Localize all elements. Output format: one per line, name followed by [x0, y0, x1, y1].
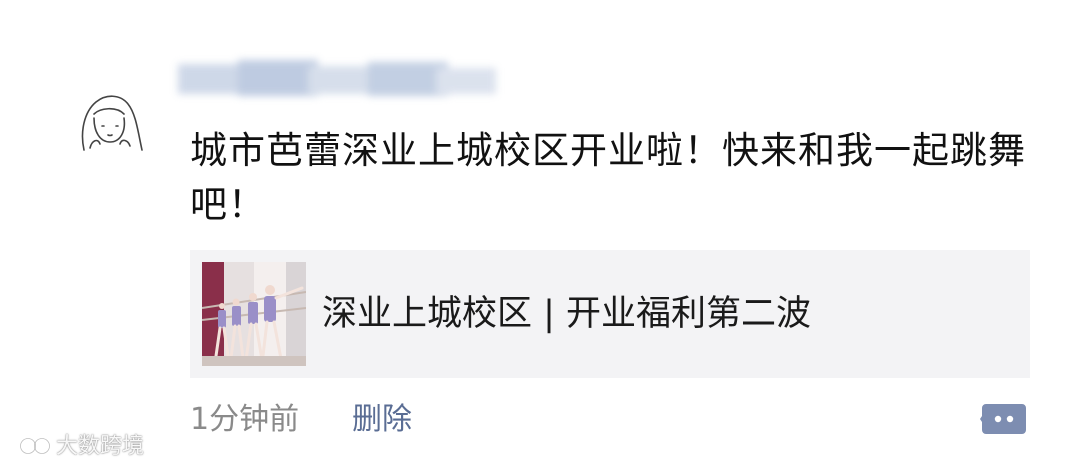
username-blurred[interactable]	[178, 56, 508, 106]
hand-drawn-girl-avatar-icon	[81, 95, 143, 151]
shared-link-card[interactable]: 深业上城校区 | 开业福利第二波	[190, 250, 1030, 378]
link-title: 深业上城校区 | 开业福利第二波	[322, 294, 812, 334]
watermark-logo-icon	[10, 434, 50, 458]
ballet-class-photo-icon	[202, 262, 306, 366]
watermark-text: 大数跨境	[56, 434, 145, 459]
post-text: 城市芭蕾深业上城校区开业啦！快来和我一起跳舞吧！	[190, 129, 1026, 226]
delete-link[interactable]: 删除	[352, 400, 412, 440]
moment-post: 城市芭蕾深业上城校区开业啦！快来和我一起跳舞吧！ 深业上城校区 | 开业福利第二…	[0, 0, 1080, 467]
comment-icon[interactable]	[980, 402, 1028, 438]
post-timestamp: 1分钟前	[190, 402, 300, 437]
avatar[interactable]	[70, 88, 150, 168]
